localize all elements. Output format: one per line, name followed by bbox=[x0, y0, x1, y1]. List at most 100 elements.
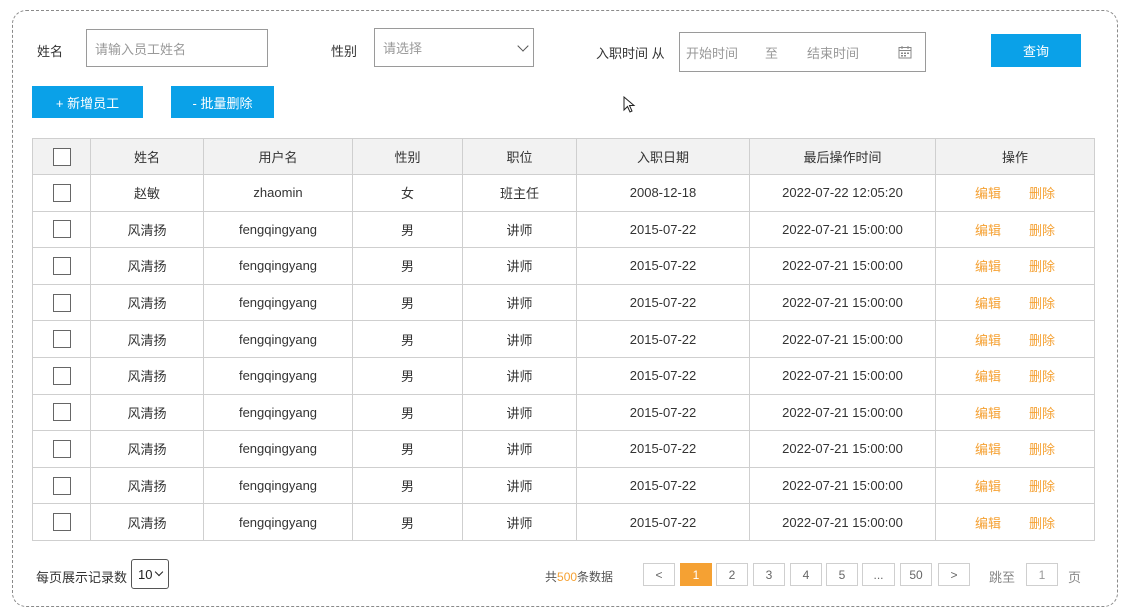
row-select-cell bbox=[32, 356, 91, 395]
row-checkbox[interactable] bbox=[52, 293, 71, 312]
page-button-5[interactable]: 5 bbox=[826, 563, 858, 586]
table-header-row: 姓名 用户名 性别 职位 入职日期 最后操作时间 操作 bbox=[32, 138, 1095, 175]
row-checkbox[interactable] bbox=[52, 256, 71, 275]
edit-link[interactable]: 编辑 bbox=[975, 223, 1001, 238]
row-checkbox[interactable] bbox=[52, 513, 71, 532]
delete-link[interactable]: 删除 bbox=[1029, 516, 1055, 531]
table-row: 风清扬 fengqingyang 男讲师 2015-07-22 2022-07-21 1… bbox=[32, 283, 1095, 322]
column-header-name: 姓名 bbox=[90, 138, 204, 175]
row-actions: 编辑 删除 bbox=[935, 210, 1095, 249]
page-button-2[interactable]: 2 bbox=[716, 563, 748, 586]
cell-gender: 男 bbox=[352, 466, 463, 505]
delete-link[interactable]: 删除 bbox=[1029, 479, 1055, 494]
cell-hire-date: 2015-07-22 bbox=[576, 283, 750, 322]
delete-link[interactable]: 删除 bbox=[1029, 296, 1055, 311]
delete-link[interactable]: 删除 bbox=[1029, 259, 1055, 274]
cell-position: 讲师 bbox=[462, 210, 577, 249]
row-checkbox[interactable] bbox=[52, 476, 71, 495]
per-page-select[interactable]: 10 bbox=[131, 559, 169, 589]
add-employee-button[interactable]: + 新增员工 bbox=[32, 86, 143, 118]
cell-username: zhaomin bbox=[203, 174, 353, 212]
row-checkbox[interactable] bbox=[52, 366, 71, 385]
chevron-down-icon bbox=[517, 40, 529, 52]
cell-gender: 男 bbox=[352, 210, 463, 249]
edit-link[interactable]: 编辑 bbox=[975, 259, 1001, 274]
row-checkbox[interactable] bbox=[52, 439, 71, 458]
cell-position: 讲师 bbox=[462, 283, 577, 322]
row-actions: 编辑 删除 bbox=[935, 247, 1095, 285]
page-ellipsis: ... bbox=[862, 563, 895, 586]
page-button-1[interactable]: 1 bbox=[680, 563, 712, 586]
row-actions: 编辑 删除 bbox=[935, 320, 1095, 358]
delete-link[interactable]: 删除 bbox=[1029, 406, 1055, 421]
edit-link[interactable]: 编辑 bbox=[975, 406, 1001, 421]
edit-link[interactable]: 编辑 bbox=[975, 442, 1001, 457]
cell-hire-date: 2015-07-22 bbox=[576, 393, 750, 432]
row-actions: 编辑 删除 bbox=[935, 393, 1095, 432]
cell-hire-date: 2015-07-22 bbox=[576, 247, 750, 285]
cell-username: fengqingyang bbox=[203, 430, 353, 468]
query-button[interactable]: 查询 bbox=[991, 34, 1081, 67]
cell-name: 风清扬 bbox=[90, 430, 204, 468]
table-row: 风清扬 fengqingyang 男讲师 2015-07-22 2022-07-21 1… bbox=[32, 503, 1095, 541]
cell-last-op: 2022-07-21 15:00:00 bbox=[749, 210, 936, 249]
date-end-input[interactable]: 结束时间 bbox=[807, 43, 859, 62]
column-header-last-op-time: 最后操作时间 bbox=[749, 138, 936, 175]
total-suffix: 条数据 bbox=[577, 570, 614, 584]
cell-username: fengqingyang bbox=[203, 356, 353, 395]
cell-name: 风清扬 bbox=[90, 393, 204, 432]
edit-link[interactable]: 编辑 bbox=[975, 333, 1001, 348]
cell-name: 风清扬 bbox=[90, 320, 204, 358]
column-header-hire-date: 入职日期 bbox=[576, 138, 750, 175]
row-select-cell bbox=[32, 466, 91, 505]
edit-link[interactable]: 编辑 bbox=[975, 296, 1001, 311]
jump-page-input[interactable]: 1 bbox=[1026, 563, 1058, 586]
delete-link[interactable]: 删除 bbox=[1029, 223, 1055, 238]
select-all-checkbox[interactable] bbox=[52, 147, 71, 166]
cell-name: 赵敏 bbox=[90, 174, 204, 212]
edit-link[interactable]: 编辑 bbox=[975, 479, 1001, 494]
row-checkbox[interactable] bbox=[52, 220, 71, 239]
row-checkbox[interactable] bbox=[52, 330, 71, 349]
gender-label: 性别 bbox=[331, 44, 358, 59]
page-button-3[interactable]: 3 bbox=[753, 563, 785, 586]
total-count: 500 bbox=[557, 570, 578, 584]
edit-link[interactable]: 编辑 bbox=[975, 369, 1001, 384]
cell-username: fengqingyang bbox=[203, 320, 353, 358]
next-page-button[interactable]: > bbox=[938, 563, 970, 586]
row-checkbox[interactable] bbox=[52, 403, 71, 422]
cell-gender: 女 bbox=[352, 174, 463, 212]
page-button-4[interactable]: 4 bbox=[790, 563, 822, 586]
cell-position: 讲师 bbox=[462, 430, 577, 468]
batch-delete-button[interactable]: - 批量删除 bbox=[171, 86, 274, 118]
cell-username: fengqingyang bbox=[203, 503, 353, 541]
delete-link[interactable]: 删除 bbox=[1029, 442, 1055, 457]
row-actions: 编辑 删除 bbox=[935, 174, 1095, 212]
jump-to-label: 跳至 bbox=[989, 570, 1016, 585]
row-checkbox[interactable] bbox=[52, 183, 71, 202]
cell-hire-date: 2015-07-22 bbox=[576, 210, 750, 249]
page-button-50[interactable]: 50 bbox=[900, 563, 932, 586]
gender-select[interactable]: 请选择 bbox=[374, 28, 534, 67]
edit-link[interactable]: 编辑 bbox=[975, 516, 1001, 531]
prev-page-button[interactable]: < bbox=[643, 563, 675, 586]
cell-position: 班主任 bbox=[462, 174, 577, 212]
cell-hire-date: 2015-07-22 bbox=[576, 356, 750, 395]
jump-page-suffix: 页 bbox=[1068, 570, 1082, 585]
date-start-input[interactable]: 开始时间 bbox=[686, 43, 738, 62]
delete-link[interactable]: 删除 bbox=[1029, 186, 1055, 201]
name-search-input[interactable]: 请输入员工姓名 bbox=[86, 29, 268, 67]
cell-last-op: 2022-07-21 15:00:00 bbox=[749, 356, 936, 395]
cell-name: 风清扬 bbox=[90, 503, 204, 541]
table-row: 风清扬 fengqingyang 男讲师 2015-07-22 2022-07-21 1… bbox=[32, 393, 1095, 432]
column-header-username: 用户名 bbox=[203, 138, 353, 175]
cell-name: 风清扬 bbox=[90, 466, 204, 505]
row-select-cell bbox=[32, 283, 91, 322]
calendar-icon bbox=[898, 46, 912, 59]
delete-link[interactable]: 删除 bbox=[1029, 333, 1055, 348]
edit-link[interactable]: 编辑 bbox=[975, 186, 1001, 201]
cell-hire-date: 2008-12-18 bbox=[576, 174, 750, 212]
cell-hire-date: 2015-07-22 bbox=[576, 430, 750, 468]
delete-link[interactable]: 删除 bbox=[1029, 369, 1055, 384]
hire-date-range-picker[interactable]: 开始时间 至 结束时间 bbox=[679, 32, 926, 72]
